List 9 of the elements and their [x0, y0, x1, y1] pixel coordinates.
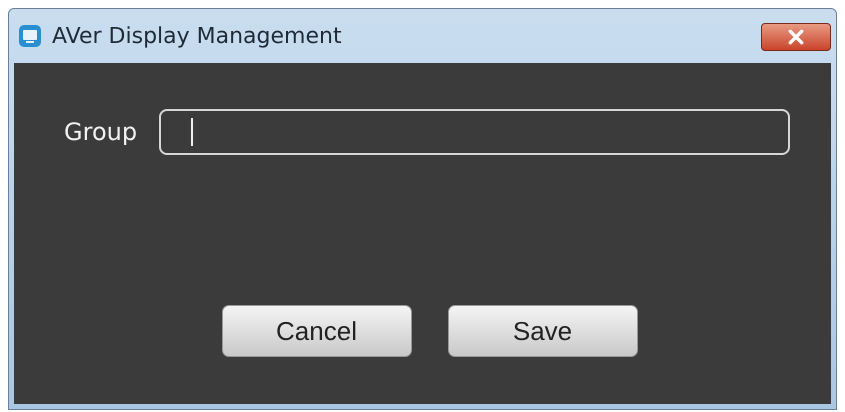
- window-title: AVer Display Management: [52, 24, 343, 48]
- monitor-icon: [18, 24, 42, 48]
- cancel-button[interactable]: Cancel: [222, 305, 412, 357]
- group-label: Group: [64, 118, 138, 146]
- close-icon: [788, 29, 804, 45]
- close-button[interactable]: [761, 23, 831, 51]
- group-input-field[interactable]: [159, 109, 790, 155]
- text-cursor: [191, 118, 194, 146]
- save-button[interactable]: Save: [448, 305, 638, 357]
